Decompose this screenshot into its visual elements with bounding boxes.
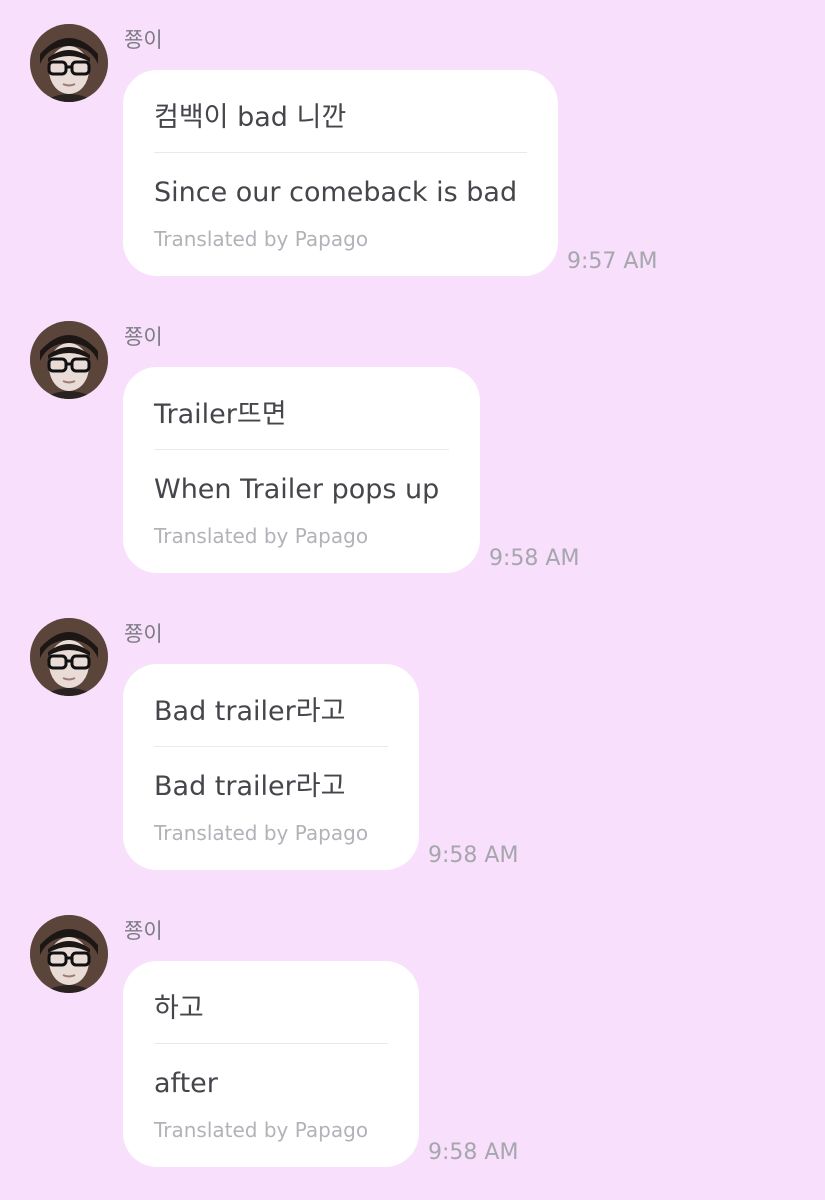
avatar-icon (30, 618, 108, 696)
sender-name: 쭁이 (124, 622, 163, 646)
message-timestamp: 9:58 AM (428, 1140, 519, 1165)
original-text: Bad trailer라고 (154, 696, 346, 727)
translation-credit: Translated by Papago (154, 821, 369, 845)
bubble-divider (154, 746, 388, 747)
sender-name: 쭁이 (124, 325, 163, 349)
translation-credit: Translated by Papago (154, 1118, 369, 1142)
avatar-icon (30, 24, 108, 102)
message-bubble[interactable]: Bad trailer라고 Bad trailer라고 Translated b… (123, 664, 419, 870)
translated-text: When Trailer pops up (154, 474, 440, 505)
avatar[interactable] (30, 915, 108, 993)
message-bubble[interactable]: 컴백이 bad 니깐 Since our comeback is bad Tra… (123, 70, 558, 276)
bubble-divider (154, 449, 449, 450)
original-text: Trailer뜨면 (154, 399, 287, 430)
avatar-icon (30, 321, 108, 399)
translation-credit: Translated by Papago (154, 524, 369, 548)
avatar[interactable] (30, 618, 108, 696)
bubble-divider (154, 1043, 388, 1044)
translated-text: after (154, 1068, 218, 1099)
sender-name: 쭁이 (124, 28, 163, 52)
message-timestamp: 9:57 AM (567, 249, 658, 274)
translated-text: Since our comeback is bad (154, 177, 518, 208)
translation-credit: Translated by Papago (154, 227, 369, 251)
bubble-divider (154, 152, 527, 153)
translated-text: Bad trailer라고 (154, 771, 346, 802)
original-text: 컴백이 bad 니깐 (154, 102, 347, 133)
avatar[interactable] (30, 321, 108, 399)
sender-name: 쭁이 (124, 919, 163, 943)
message-bubble[interactable]: 하고 after Translated by Papago (123, 961, 419, 1167)
original-text: 하고 (154, 993, 204, 1024)
avatar-icon (30, 915, 108, 993)
message-timestamp: 9:58 AM (489, 546, 580, 571)
avatar[interactable] (30, 24, 108, 102)
message-bubble[interactable]: Trailer뜨면 When Trailer pops up Translate… (123, 367, 480, 573)
chat-thread: 쭁이 컴백이 bad 니깐 Since our comeback is bad … (0, 0, 825, 1200)
message-timestamp: 9:58 AM (428, 843, 519, 868)
